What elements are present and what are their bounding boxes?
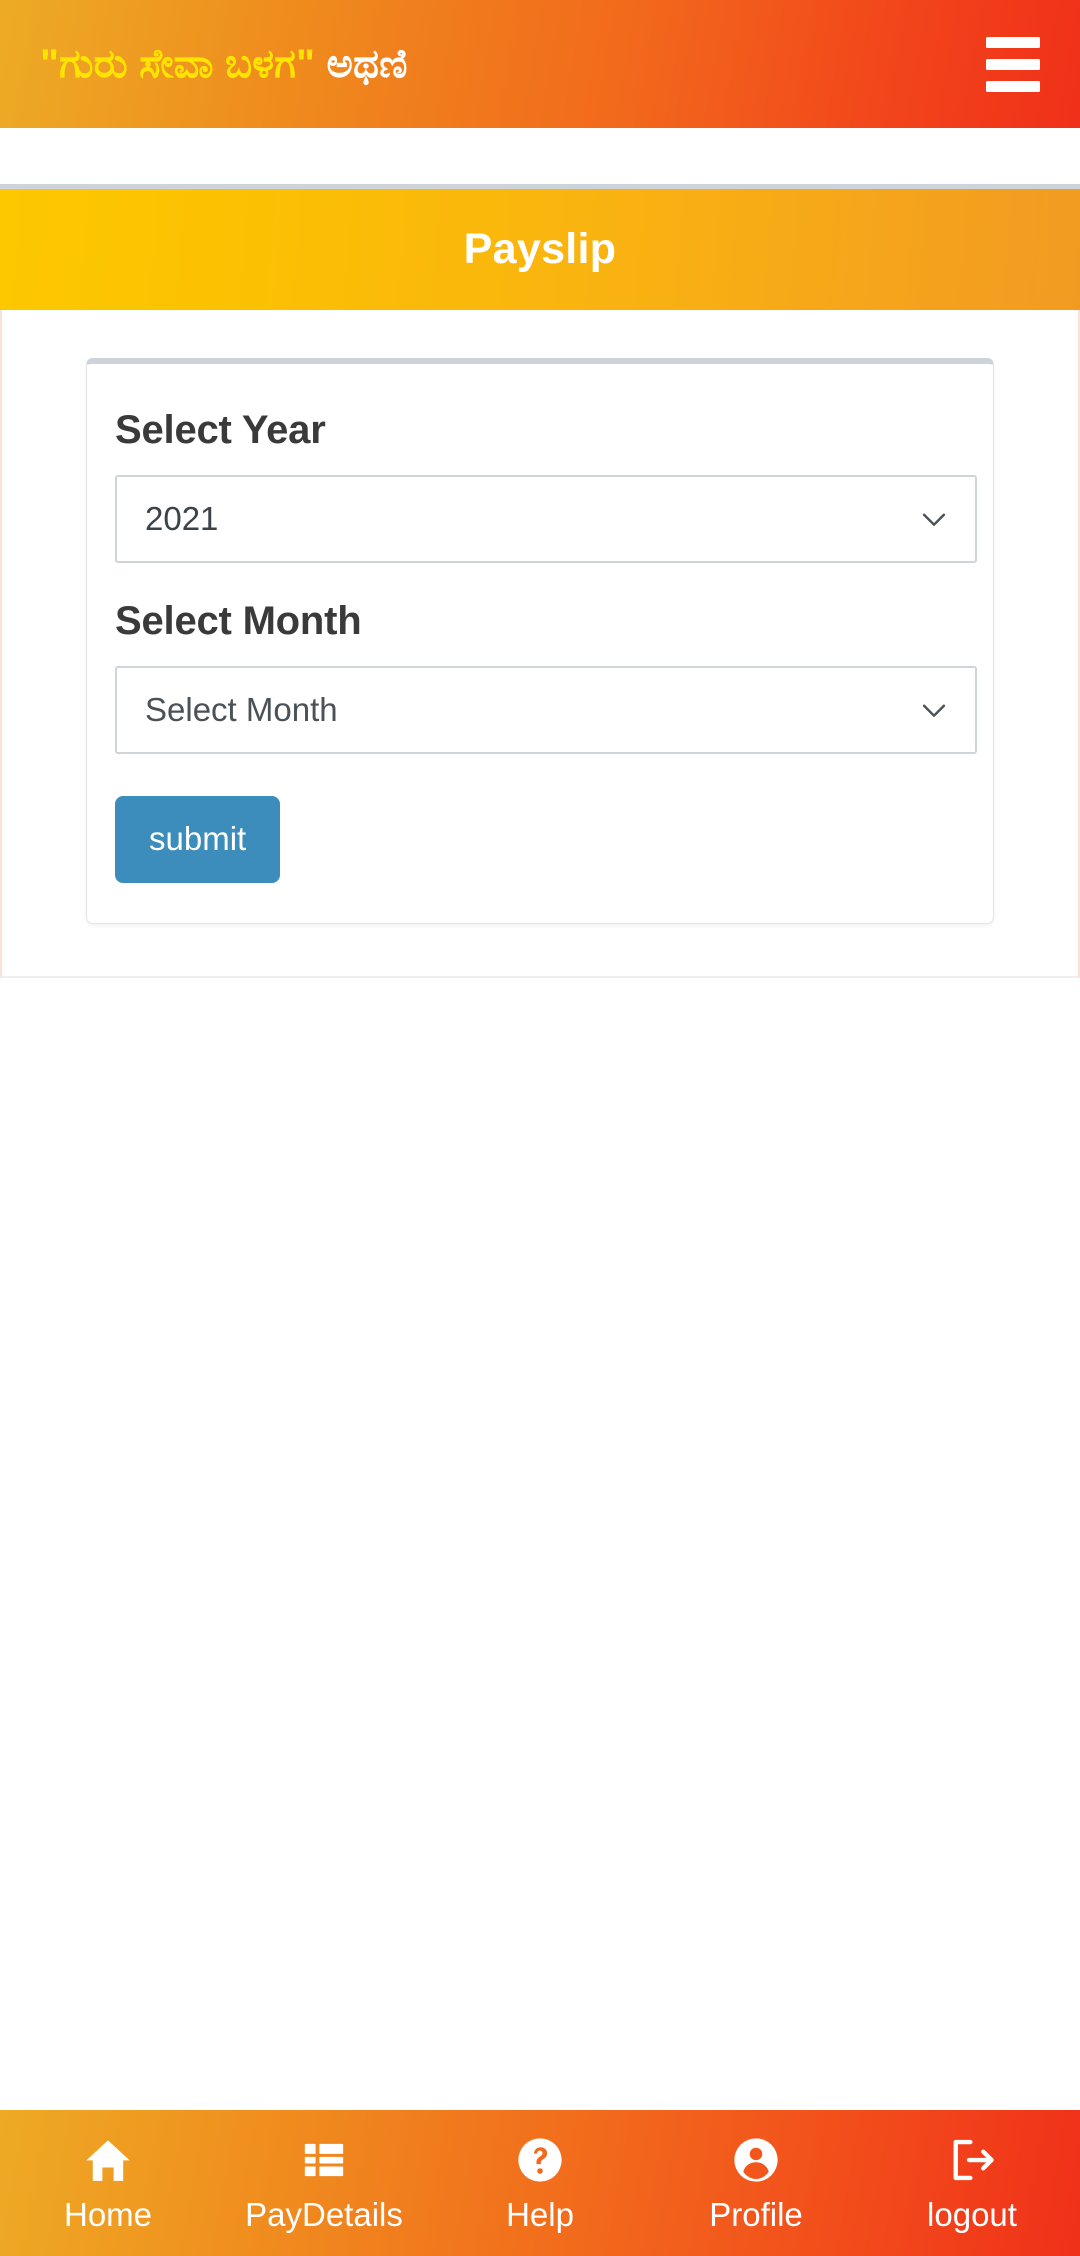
hamburger-bar [986, 36, 1040, 48]
chevron-down-icon [922, 513, 946, 526]
logout-icon [947, 2135, 997, 2185]
nav-item-paydetails[interactable]: PayDetails [216, 2110, 432, 2256]
nav-item-home[interactable]: Home [0, 2110, 216, 2256]
hamburger-bar [986, 80, 1040, 92]
select-month-dropdown[interactable]: Select Month [115, 666, 977, 754]
question-circle-icon [515, 2135, 565, 2185]
hamburger-bar [986, 58, 1040, 70]
page-banner: Payslip [0, 184, 1080, 310]
nav-label-help: Help [506, 2196, 574, 2233]
person-circle-icon [731, 2135, 781, 2185]
app-screen: "ಗುರು ಸೇವಾ ಬಳಗ" ಅಥಣಿ Payslip Select Year… [0, 0, 1080, 2256]
app-title-place: ಅಥಣಿ [326, 42, 408, 86]
nav-item-logout[interactable]: logout [864, 2110, 1080, 2256]
header-spacer [0, 128, 1080, 184]
nav-label-profile: Profile [709, 2196, 803, 2233]
list-icon [299, 2135, 349, 2185]
year-field-group: Select Year 2021 [115, 408, 977, 563]
page-title: Payslip [463, 225, 617, 273]
select-month-value: Select Month [145, 691, 338, 728]
select-month-label: Select Month [115, 599, 362, 643]
nav-label-logout: logout [927, 2196, 1017, 2233]
empty-content-area [0, 978, 1080, 2106]
month-field-group: Select Month Select Month [115, 599, 977, 754]
app-title-org: "ಗುರು ಸೇವಾ ಬಳಗ" [40, 42, 316, 86]
nav-label-home: Home [63, 2196, 153, 2233]
app-title: "ಗುರು ಸೇವಾ ಬಳಗ" ಅಥಣಿ [40, 44, 408, 84]
content-panel: Payslip Select Year 2021 Select Month Se… [0, 184, 1080, 2106]
select-year-value: 2021 [145, 500, 219, 537]
hamburger-menu-icon[interactable] [974, 29, 1052, 99]
home-icon [83, 2135, 133, 2185]
payslip-form-card: Select Year 2021 Select Month Select Mon… [86, 358, 994, 924]
chevron-down-icon [922, 704, 946, 717]
app-header: "ಗುರು ಸೇವಾ ಬಳಗ" ಅಥಣಿ [0, 0, 1080, 128]
submit-button[interactable]: submit [115, 796, 281, 883]
panel-body: Select Year 2021 Select Month Select Mon… [0, 310, 1080, 978]
nav-item-profile[interactable]: Profile [648, 2110, 864, 2256]
select-year-dropdown[interactable]: 2021 [115, 475, 977, 563]
select-year-label: Select Year [115, 408, 326, 452]
bottom-navigation-bar: Home PayDetails Help Profile logout [0, 2106, 1080, 2256]
nav-item-help[interactable]: Help [432, 2110, 648, 2256]
nav-label-paydetails: PayDetails [245, 2196, 403, 2233]
